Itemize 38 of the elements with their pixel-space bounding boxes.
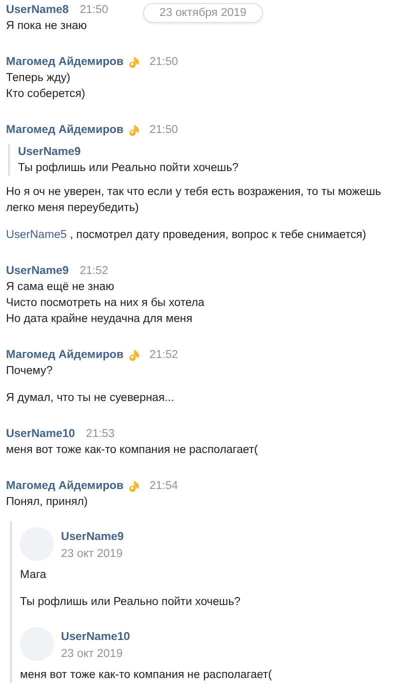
author-name[interactable]: UserName10 bbox=[61, 628, 130, 644]
message-text: Я пока не знаю bbox=[6, 19, 88, 34]
mention-link[interactable]: UserName5 bbox=[6, 229, 67, 241]
message-time: 21:52 bbox=[150, 349, 178, 361]
message-text: Почему? bbox=[6, 364, 54, 379]
message-text: Кто соберется) bbox=[6, 87, 86, 102]
message-time: 21:50 bbox=[80, 4, 108, 16]
message-time: 21:54 bbox=[150, 480, 178, 492]
author-name[interactable]: UserName9 bbox=[61, 528, 124, 544]
author-name[interactable]: UserName9 bbox=[6, 265, 69, 277]
quote-text: Ты рофлишь или Реально пойти хочешь? bbox=[18, 161, 240, 176]
quoted-reply[interactable]: UserName9 Ты рофлишь или Реально пойти хочешь? bbox=[8, 144, 401, 176]
author-name[interactable]: UserName10 bbox=[6, 428, 76, 440]
message-date: 23 окт 2019 bbox=[61, 648, 124, 660]
message-text: Но я оч не уверен, так что если у тебя есть возражения, то ты можешь легко меня переубедить) bbox=[6, 185, 382, 216]
author-name[interactable]: Магомед Айдемиров bbox=[6, 349, 124, 361]
message-text: Я думал, что ты не суеверная... bbox=[6, 391, 176, 406]
message-text: Ты рофлишь или Реально пойти хочешь? bbox=[20, 595, 242, 610]
message-text: меня вот тоже как-то компания не располагает( bbox=[20, 668, 273, 683]
message-text: , посмотрел дату проведения, вопрос к тебе снимается) bbox=[68, 229, 366, 241]
quote-author[interactable]: UserName9 bbox=[18, 144, 401, 160]
message-text: меня вот тоже как-то компания не располагает( bbox=[6, 443, 259, 458]
author-name[interactable]: Магомед Айдемиров bbox=[6, 480, 124, 492]
message-text: Но дата крайне неудачна для меня bbox=[6, 312, 194, 327]
message-text: Чисто посмотреть на них я бы хотела bbox=[6, 296, 206, 311]
author-name[interactable]: Магомед Айдемиров bbox=[6, 124, 124, 136]
message-time: 21:53 bbox=[86, 428, 115, 440]
message-time: 21:50 bbox=[150, 124, 178, 136]
author-name[interactable]: Магомед Айдемиров bbox=[6, 56, 124, 68]
message-date: 23 окт 2019 bbox=[61, 548, 124, 560]
message-text: Я сама ещё не знаю bbox=[6, 280, 116, 295]
date-pill: 23 октября 2019 bbox=[143, 3, 263, 23]
message-time: 21:52 bbox=[80, 265, 108, 277]
message-text: Мага bbox=[20, 568, 48, 583]
message-text: Теперь жду) bbox=[6, 71, 72, 86]
message-time: 21:50 bbox=[150, 56, 178, 68]
author-name[interactable]: UserName8 bbox=[6, 4, 69, 16]
message-text: Понял, принял) bbox=[6, 495, 89, 510]
